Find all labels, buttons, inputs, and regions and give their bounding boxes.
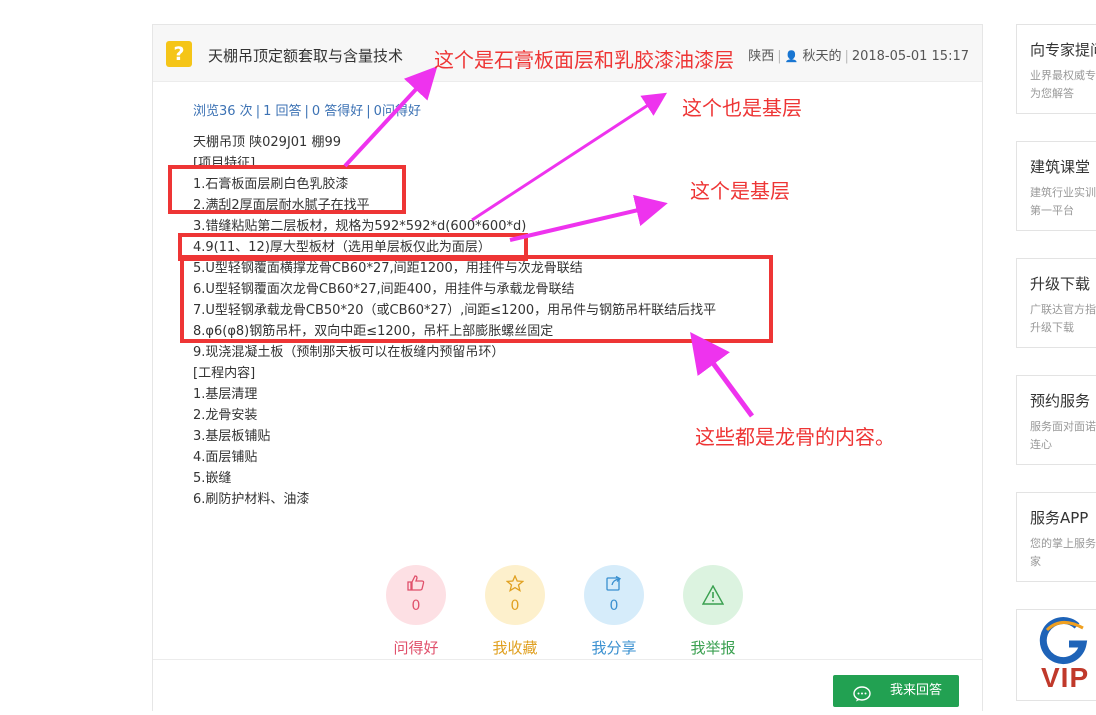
arrow-to-base-note-1 (471, 92, 668, 222)
annotation-surface: 这个是石膏板面层和乳胶漆油漆层 (434, 48, 734, 72)
arrow-to-keel-note (690, 331, 755, 418)
annotation-base-1: 这个也是基层 (682, 96, 802, 120)
annotation-base-2: 这个是基层 (690, 179, 790, 203)
arrow-to-surface-note (343, 66, 438, 168)
annotation-keel: 这些都是龙骨的内容。 (695, 425, 895, 449)
annotation-arrows (343, 66, 755, 418)
arrow-to-base-note-2 (509, 194, 668, 242)
